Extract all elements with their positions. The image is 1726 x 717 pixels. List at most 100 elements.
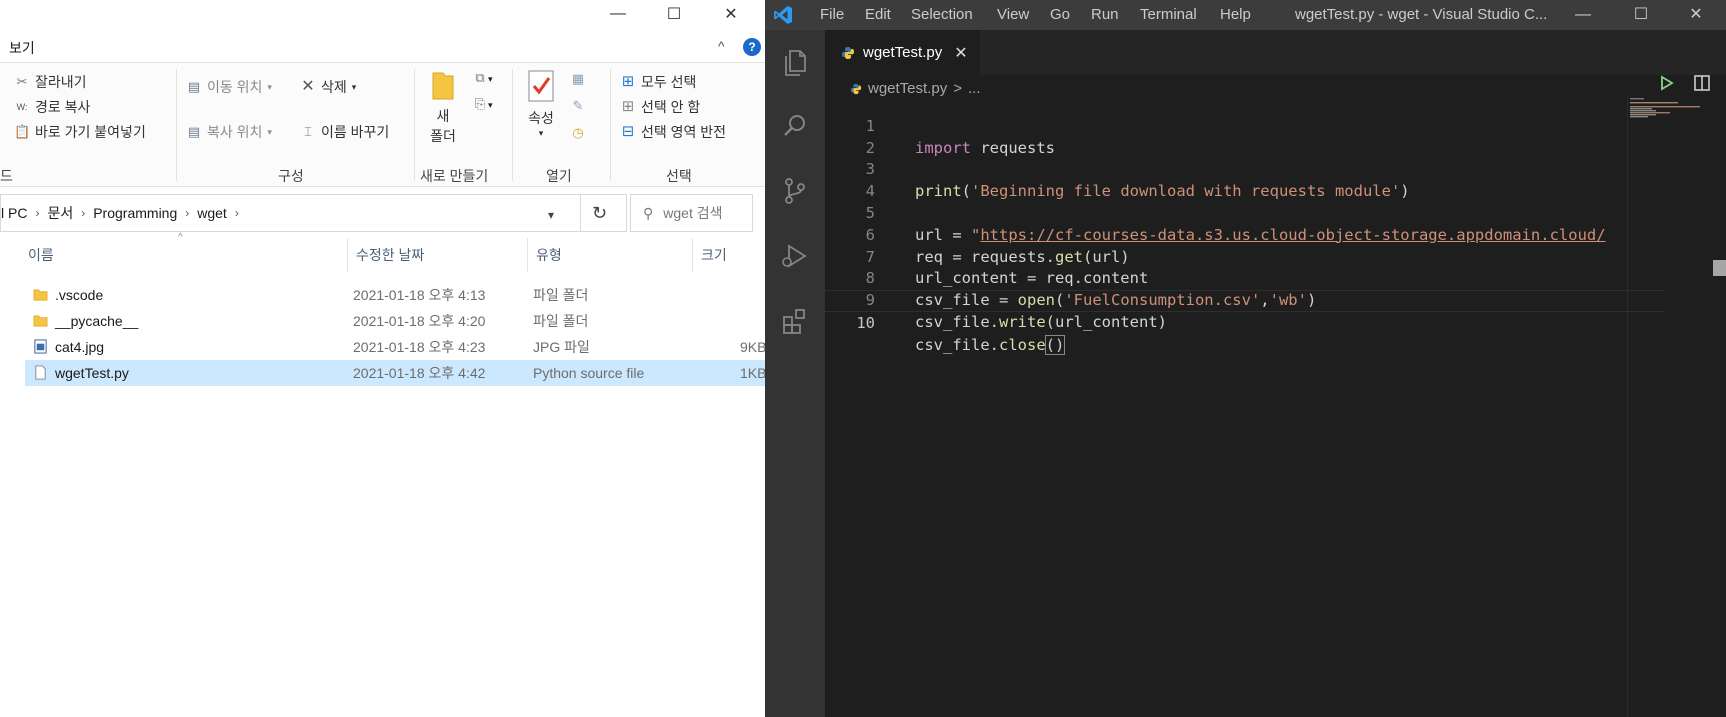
file-row-selected[interactable]: wgetTest.py 2021-01-18 오후 4:42 Python so…: [25, 360, 765, 386]
column-modified[interactable]: 수정한 날짜: [348, 238, 528, 272]
search-input[interactable]: wget 검색: [663, 203, 722, 223]
new-folder-icon: [432, 72, 454, 100]
menu-terminal[interactable]: Terminal: [1140, 0, 1197, 30]
help-icon[interactable]: ?: [743, 38, 761, 56]
rename-button[interactable]: ⌶ 이름 바꾸기: [300, 122, 389, 142]
code-line[interactable]: 2: [825, 116, 1665, 157]
file-row[interactable]: .vscode 2021-01-18 오후 4:13 파일 폴더: [25, 282, 765, 308]
code-line[interactable]: 3 print('Beginning file download with re…: [825, 138, 1665, 200]
copy-to-button[interactable]: ▤ 복사 위치 ▾: [186, 122, 272, 142]
code-line[interactable]: 7 url_content = req.content: [825, 225, 1665, 288]
breadcrumb-wget[interactable]: wget: [189, 205, 235, 221]
file-row[interactable]: __pycache__ 2021-01-18 오후 4:20 파일 폴더: [25, 308, 765, 334]
properties-button[interactable]: 속성 ▾: [522, 69, 560, 139]
menu-help[interactable]: Help: [1220, 0, 1251, 30]
chevron-right-icon[interactable]: ›: [235, 206, 239, 220]
file-modified: 2021-01-18 오후 4:20: [353, 313, 486, 329]
explorer-minimize-button[interactable]: —: [590, 0, 646, 28]
ribbon-divider: [512, 69, 513, 181]
ribbon-divider: [610, 69, 611, 181]
explorer-close-button[interactable]: ✕: [703, 0, 759, 28]
refresh-icon[interactable]: ↻: [580, 194, 618, 232]
column-type[interactable]: 유형: [528, 238, 693, 272]
code-line[interactable]: 8 csv_file = open('FuelConsumption.csv',…: [825, 247, 1665, 309]
vscode-logo-icon: [774, 6, 792, 24]
copy-path-button[interactable]: W: 경로 복사: [14, 97, 91, 117]
minimap[interactable]: [1628, 96, 1726, 136]
menu-file[interactable]: File: [820, 0, 844, 30]
invert-selection-button[interactable]: ⊟ 선택 영역 반전: [620, 122, 726, 142]
vscode-close-button[interactable]: ✕: [1671, 0, 1721, 30]
code-line[interactable]: 1 import requests: [825, 94, 1665, 157]
menu-edit[interactable]: Edit: [865, 0, 891, 30]
ribbon-collapse-icon[interactable]: ^: [718, 38, 725, 54]
address-bar[interactable]: l PC › 문서 › Programming › wget ›: [0, 194, 627, 232]
cut-button[interactable]: ✂ 잘라내기: [14, 72, 87, 92]
files-explorer-icon[interactable]: [779, 46, 811, 78]
run-debug-icon[interactable]: [779, 240, 811, 272]
delete-x-icon: ✕: [301, 78, 315, 95]
move-to-icon: ▤: [187, 79, 201, 94]
tab-label: wgetTest.py: [863, 44, 943, 61]
column-size[interactable]: 크기: [693, 238, 765, 272]
code-line[interactable]: 9 csv_file.write(url_content): [825, 268, 1665, 331]
breadcrumb-programming[interactable]: Programming: [85, 205, 185, 221]
code-line[interactable]: 4: [825, 159, 1665, 200]
run-file-icon[interactable]: [1655, 72, 1677, 94]
tab-wgettest[interactable]: wgetTest.py ✕: [825, 30, 980, 75]
file-name: __pycache__: [55, 313, 139, 329]
open-icon[interactable]: ▦: [570, 71, 586, 87]
ribbon-tab-view[interactable]: 보기: [9, 38, 35, 58]
explorer-maximize-button[interactable]: ☐: [646, 0, 702, 28]
properties-check-icon: [528, 70, 554, 102]
history-icon[interactable]: ◷: [570, 125, 586, 141]
edit-icon[interactable]: ✎: [570, 98, 586, 114]
menu-run[interactable]: Run: [1091, 0, 1119, 30]
function-name: write: [999, 312, 1046, 331]
new-folder-button[interactable]: 새 폴더: [424, 69, 462, 146]
menu-selection[interactable]: Selection: [911, 0, 973, 30]
chevron-down-icon: ▾: [488, 100, 493, 110]
select-none-button[interactable]: ⊞ 선택 안 함: [620, 97, 701, 117]
code-line[interactable]: 5 url = "https://cf-courses-data.s3.us.c…: [825, 181, 1665, 244]
file-size: 1KB: [740, 365, 765, 381]
vscode-titlebar: File Edit Selection View Go Run Terminal…: [765, 0, 1726, 30]
easy-access-icon: ⎘: [474, 96, 486, 111]
code-editor[interactable]: 1 import requests 2 3 print('Beginning f…: [825, 94, 1665, 355]
code-text: (url_content): [1045, 312, 1167, 331]
select-all-button[interactable]: ⊞ 모두 선택: [620, 72, 697, 92]
source-control-icon[interactable]: [779, 175, 811, 207]
ribbon: ✂ 잘라내기 W: 경로 복사 📋 바로 가기 붙여넣기 드 ▤ 이동 위치 ▾…: [0, 62, 765, 187]
select-all-label: 모두 선택: [641, 74, 697, 90]
new-item-icon: ⧉: [475, 70, 485, 85]
window-title: wgetTest.py - wget - Visual Studio C...: [1295, 6, 1548, 23]
path-icon: W:: [16, 102, 28, 112]
address-history-chevron-icon[interactable]: ▾: [548, 208, 554, 222]
new-item-button[interactable]: ⧉ ▾: [472, 69, 492, 86]
close-icon[interactable]: ✕: [954, 43, 967, 63]
breadcrumb-this-pc[interactable]: l PC: [1, 205, 35, 221]
breadcrumb-documents[interactable]: 문서: [39, 203, 81, 223]
delete-button[interactable]: ✕ 삭제 ▾: [300, 77, 356, 97]
search-box[interactable]: ⚲ wget 검색: [630, 194, 753, 232]
folder-icon: [33, 315, 48, 327]
split-editor-icon[interactable]: [1691, 72, 1713, 94]
vscode-minimize-button[interactable]: —: [1558, 0, 1608, 30]
menu-go[interactable]: Go: [1050, 0, 1070, 30]
python-icon: [850, 83, 862, 94]
paste-shortcut-button[interactable]: 📋 바로 가기 붙여넣기: [14, 122, 146, 142]
vscode-maximize-button[interactable]: ☐: [1616, 0, 1666, 30]
move-to-button[interactable]: ▤ 이동 위치 ▾: [186, 77, 272, 97]
file-row[interactable]: cat4.jpg 2021-01-18 오후 4:23 JPG 파일 9KB: [25, 334, 765, 360]
scrollbar-thumb[interactable]: [1713, 260, 1726, 276]
easy-access-button[interactable]: ⎘ ▾: [472, 95, 493, 112]
file-name: cat4.jpg: [55, 339, 105, 355]
column-name[interactable]: 이름: [20, 238, 348, 272]
code-line-current[interactable]: 10 csv_file.close(): [825, 290, 1665, 355]
search-icon[interactable]: [779, 110, 811, 142]
file-modified: 2021-01-18 오후 4:23: [353, 339, 486, 355]
select-all-icon: ⊞: [621, 73, 635, 90]
extensions-icon[interactable]: [779, 305, 811, 337]
code-line[interactable]: 6 req = requests.get(url): [825, 203, 1665, 266]
menu-view[interactable]: View: [997, 0, 1029, 30]
